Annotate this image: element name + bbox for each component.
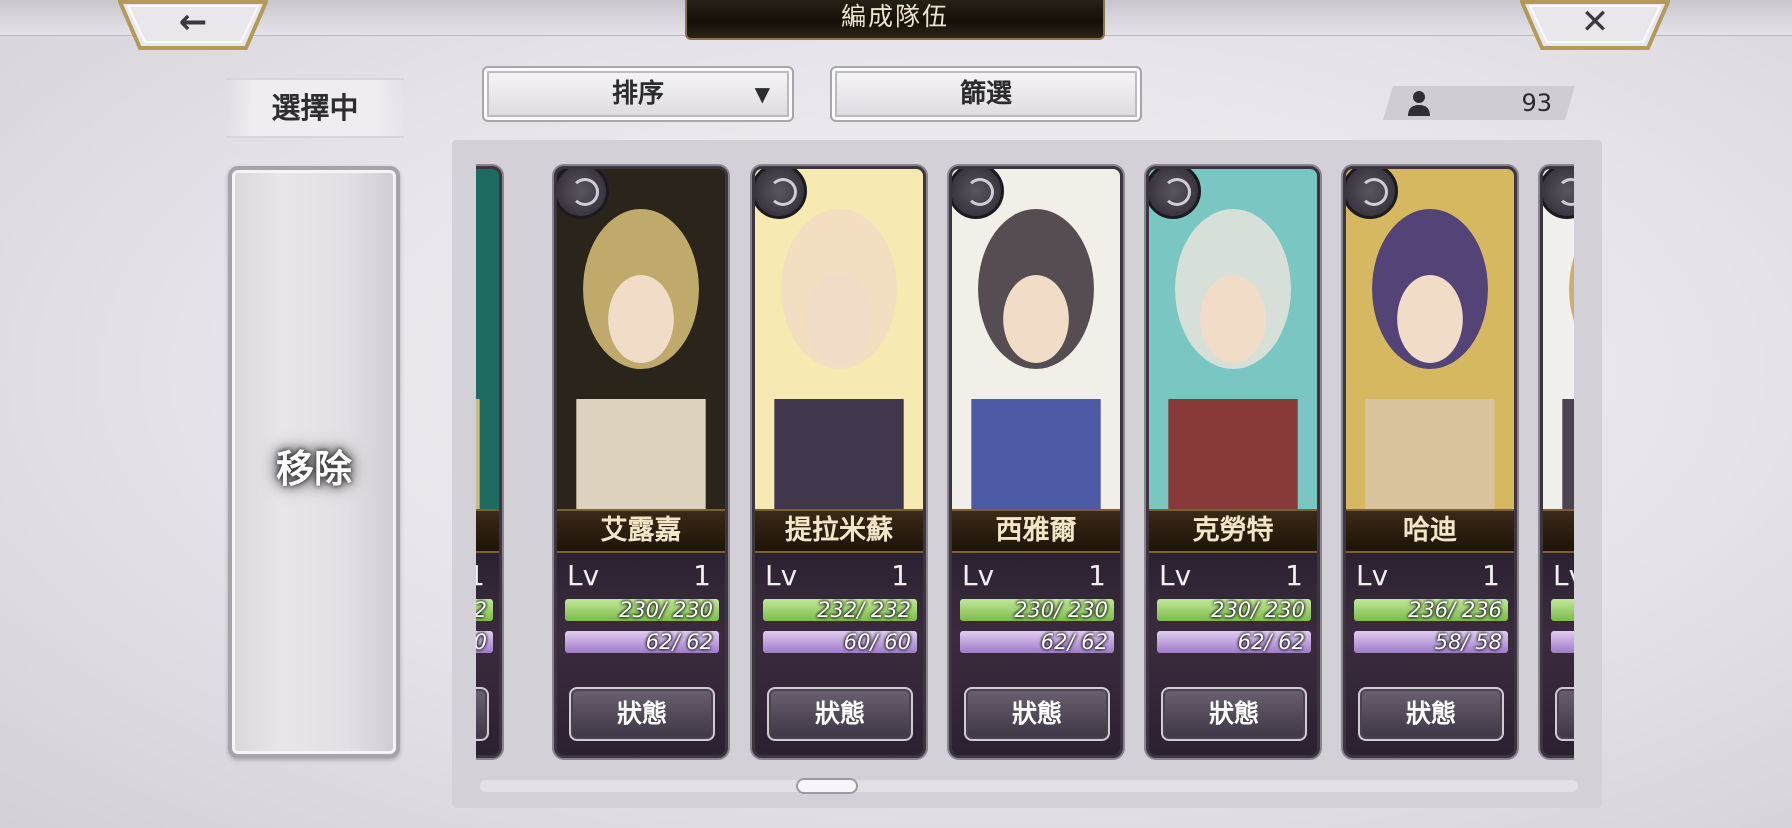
status-button[interactable]: 狀態 (1358, 687, 1504, 741)
unit-stats: Lv 1 230/ 230 62/ 62 狀態 (1149, 555, 1317, 755)
status-button[interactable] (476, 687, 489, 741)
unit-count: 93 (1521, 89, 1552, 117)
unit-name (1543, 509, 1574, 553)
status-button[interactable]: 狀態 (964, 687, 1110, 741)
level-value: 1 (891, 559, 909, 592)
level-label: Lv (567, 559, 600, 592)
unit-card[interactable]: 亞 Lv 1 232 60 (476, 166, 502, 758)
unit-name: 提拉米蘇 (755, 509, 923, 553)
status-button[interactable]: 狀態 (1161, 687, 1307, 741)
selected-label: 選擇中 (226, 78, 404, 138)
unit-name: 克勞特 (1149, 509, 1317, 553)
level-label: Lv (1553, 559, 1574, 592)
unit-card[interactable]: 提拉米蘇 Lv 1 232/ 232 60/ 60 狀態 (752, 166, 926, 758)
mp-bar: 62/ 62 (1157, 631, 1311, 653)
unit-stats: Lv 1 236/ 236 58/ 58 狀態 (1346, 555, 1514, 755)
scroll-thumb[interactable] (796, 778, 858, 794)
filter-button[interactable]: 篩選 (830, 66, 1142, 122)
page-title: 編成隊伍 (685, 0, 1105, 40)
unit-card[interactable]: 克勞特 Lv 1 230/ 230 62/ 62 狀態 (1146, 166, 1320, 758)
hp-bar (1551, 599, 1574, 621)
unit-stats: Lv 1 230/ 230 62/ 62 狀態 (557, 555, 725, 755)
unit-list[interactable]: 亞 Lv 1 232 60 艾露嘉 Lv 1 230/ 230 62/ 62 狀… (476, 164, 1574, 762)
level-label: Lv (962, 559, 995, 592)
status-button[interactable]: 狀態 (767, 687, 913, 741)
unit-stats: Lv (1543, 555, 1574, 755)
unit-portrait (1543, 169, 1574, 511)
mp-bar: 60 (476, 631, 493, 653)
unit-name: 艾露嘉 (557, 509, 725, 553)
level-label: Lv (765, 559, 798, 592)
unit-card[interactable]: Lv (1540, 166, 1574, 758)
hp-bar: 230/ 230 (960, 599, 1114, 621)
unit-portrait (557, 169, 725, 511)
level-label: Lv (1356, 559, 1389, 592)
level-value: 1 (476, 559, 485, 592)
level-value: 1 (1482, 559, 1500, 592)
hp-bar: 236/ 236 (1354, 599, 1508, 621)
mp-bar: 60/ 60 (763, 631, 917, 653)
level-value: 1 (1088, 559, 1106, 592)
remove-button[interactable]: 移除 (232, 438, 396, 493)
unit-portrait (755, 169, 923, 511)
unit-card[interactable]: 艾露嘉 Lv 1 230/ 230 62/ 62 狀態 (554, 166, 728, 758)
unit-portrait (476, 169, 499, 511)
level-value: 1 (1285, 559, 1303, 592)
unit-stats: Lv 1 230/ 230 62/ 62 狀態 (952, 555, 1120, 755)
level-label: Lv (1159, 559, 1192, 592)
level-value: 1 (693, 559, 711, 592)
unit-stats: Lv 1 232/ 232 60/ 60 狀態 (755, 555, 923, 755)
unit-card[interactable]: 西雅爾 Lv 1 230/ 230 62/ 62 狀態 (949, 166, 1123, 758)
selected-unit-slot[interactable]: 移除 (228, 166, 400, 758)
mp-bar: 62/ 62 (960, 631, 1114, 653)
unit-card[interactable]: 哈迪 Lv 1 236/ 236 58/ 58 狀態 (1343, 166, 1517, 758)
unit-portrait (1346, 169, 1514, 511)
scroll-track[interactable] (480, 780, 1578, 792)
hp-bar: 230/ 230 (1157, 599, 1311, 621)
close-icon: ✕ (1580, 2, 1610, 42)
unit-count-content: 93 (1396, 86, 1566, 120)
person-icon (1408, 91, 1430, 116)
unit-portrait (952, 169, 1120, 511)
mp-bar (1551, 631, 1574, 653)
hp-bar: 232 (476, 599, 493, 621)
hp-bar: 232/ 232 (763, 599, 917, 621)
status-button[interactable] (1555, 687, 1574, 741)
back-arrow-icon: ← (178, 2, 208, 42)
filter-label: 篩選 (959, 79, 1012, 109)
mp-bar: 62/ 62 (565, 631, 719, 653)
unit-name: 西雅爾 (952, 509, 1120, 553)
close-button[interactable]: ✕ (1520, 0, 1670, 52)
sort-button[interactable]: 排序 ▼ (482, 66, 794, 122)
hp-bar: 230/ 230 (565, 599, 719, 621)
status-button[interactable]: 狀態 (569, 687, 715, 741)
unit-name: 亞 (476, 509, 499, 553)
sort-label: 排序 (611, 79, 664, 109)
unit-name: 哈迪 (1346, 509, 1514, 553)
back-button[interactable]: ← (118, 0, 268, 52)
unit-portrait (1149, 169, 1317, 511)
unit-stats: Lv 1 232 60 (476, 555, 499, 755)
mp-bar: 58/ 58 (1354, 631, 1508, 653)
chevron-down-icon: ▼ (754, 82, 770, 106)
